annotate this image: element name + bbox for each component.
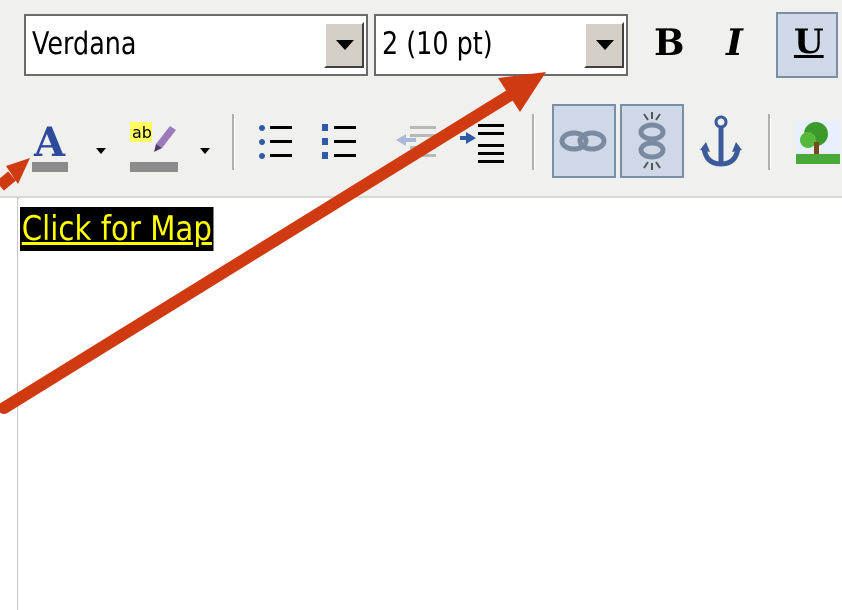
highlight-color-icon: ab [130, 122, 178, 172]
underline-button[interactable]: U [776, 12, 838, 78]
outdent-icon [396, 126, 436, 157]
outdent-button[interactable] [392, 116, 442, 172]
numbered-list-icon [322, 124, 356, 159]
highlight-color-button[interactable]: ab [126, 112, 192, 178]
image-icon [796, 120, 840, 164]
bold-button[interactable]: B [644, 16, 694, 74]
anchor-button[interactable] [694, 110, 748, 174]
italic-button[interactable]: I [712, 16, 762, 74]
font-size-select[interactable]: 2 (10 pt) [374, 14, 628, 76]
font-color-icon: A [32, 119, 68, 172]
bulleted-list-icon [259, 125, 292, 159]
font-size-value: 2 (10 pt) [382, 26, 493, 62]
font-color-dropdown-icon[interactable] [96, 148, 106, 154]
font-family-dropdown-button[interactable] [324, 22, 364, 68]
highlight-color-dropdown-icon[interactable] [200, 148, 210, 154]
formatting-toolbar: Verdana 2 (10 pt) B I U A ab [0, 0, 842, 197]
insert-link-button[interactable] [552, 104, 616, 178]
toolbar-divider [0, 196, 842, 198]
highlight-letters: ab [132, 123, 152, 142]
toolbar-separator [768, 114, 771, 170]
unlink-icon [638, 112, 666, 170]
map-link[interactable]: Click for Map [20, 207, 214, 251]
font-color-letter: A [33, 119, 66, 166]
toolbar-separator [532, 114, 535, 170]
chevron-down-icon [336, 40, 354, 50]
chevron-down-icon [596, 40, 614, 50]
numbered-list-button[interactable] [318, 116, 364, 172]
indent-button[interactable] [458, 116, 508, 172]
underline-label: U [794, 22, 824, 62]
editor-window: Verdana 2 (10 pt) B I U A ab Click for M… [0, 0, 842, 610]
bold-label: B [654, 22, 685, 64]
italic-label: I [726, 22, 743, 64]
font-size-dropdown-button[interactable] [584, 22, 624, 68]
link-icon [559, 130, 607, 152]
indent-icon [460, 124, 504, 163]
toolbar-separator [232, 114, 235, 170]
font-color-button[interactable]: A [28, 112, 90, 178]
unlink-button[interactable] [620, 104, 684, 178]
anchor-icon [700, 115, 742, 167]
editor-content-area[interactable] [18, 199, 842, 610]
font-family-select[interactable]: Verdana [24, 14, 368, 76]
font-family-value: Verdana [32, 26, 137, 62]
bulleted-list-button[interactable] [254, 116, 300, 172]
insert-image-button[interactable] [792, 112, 842, 174]
